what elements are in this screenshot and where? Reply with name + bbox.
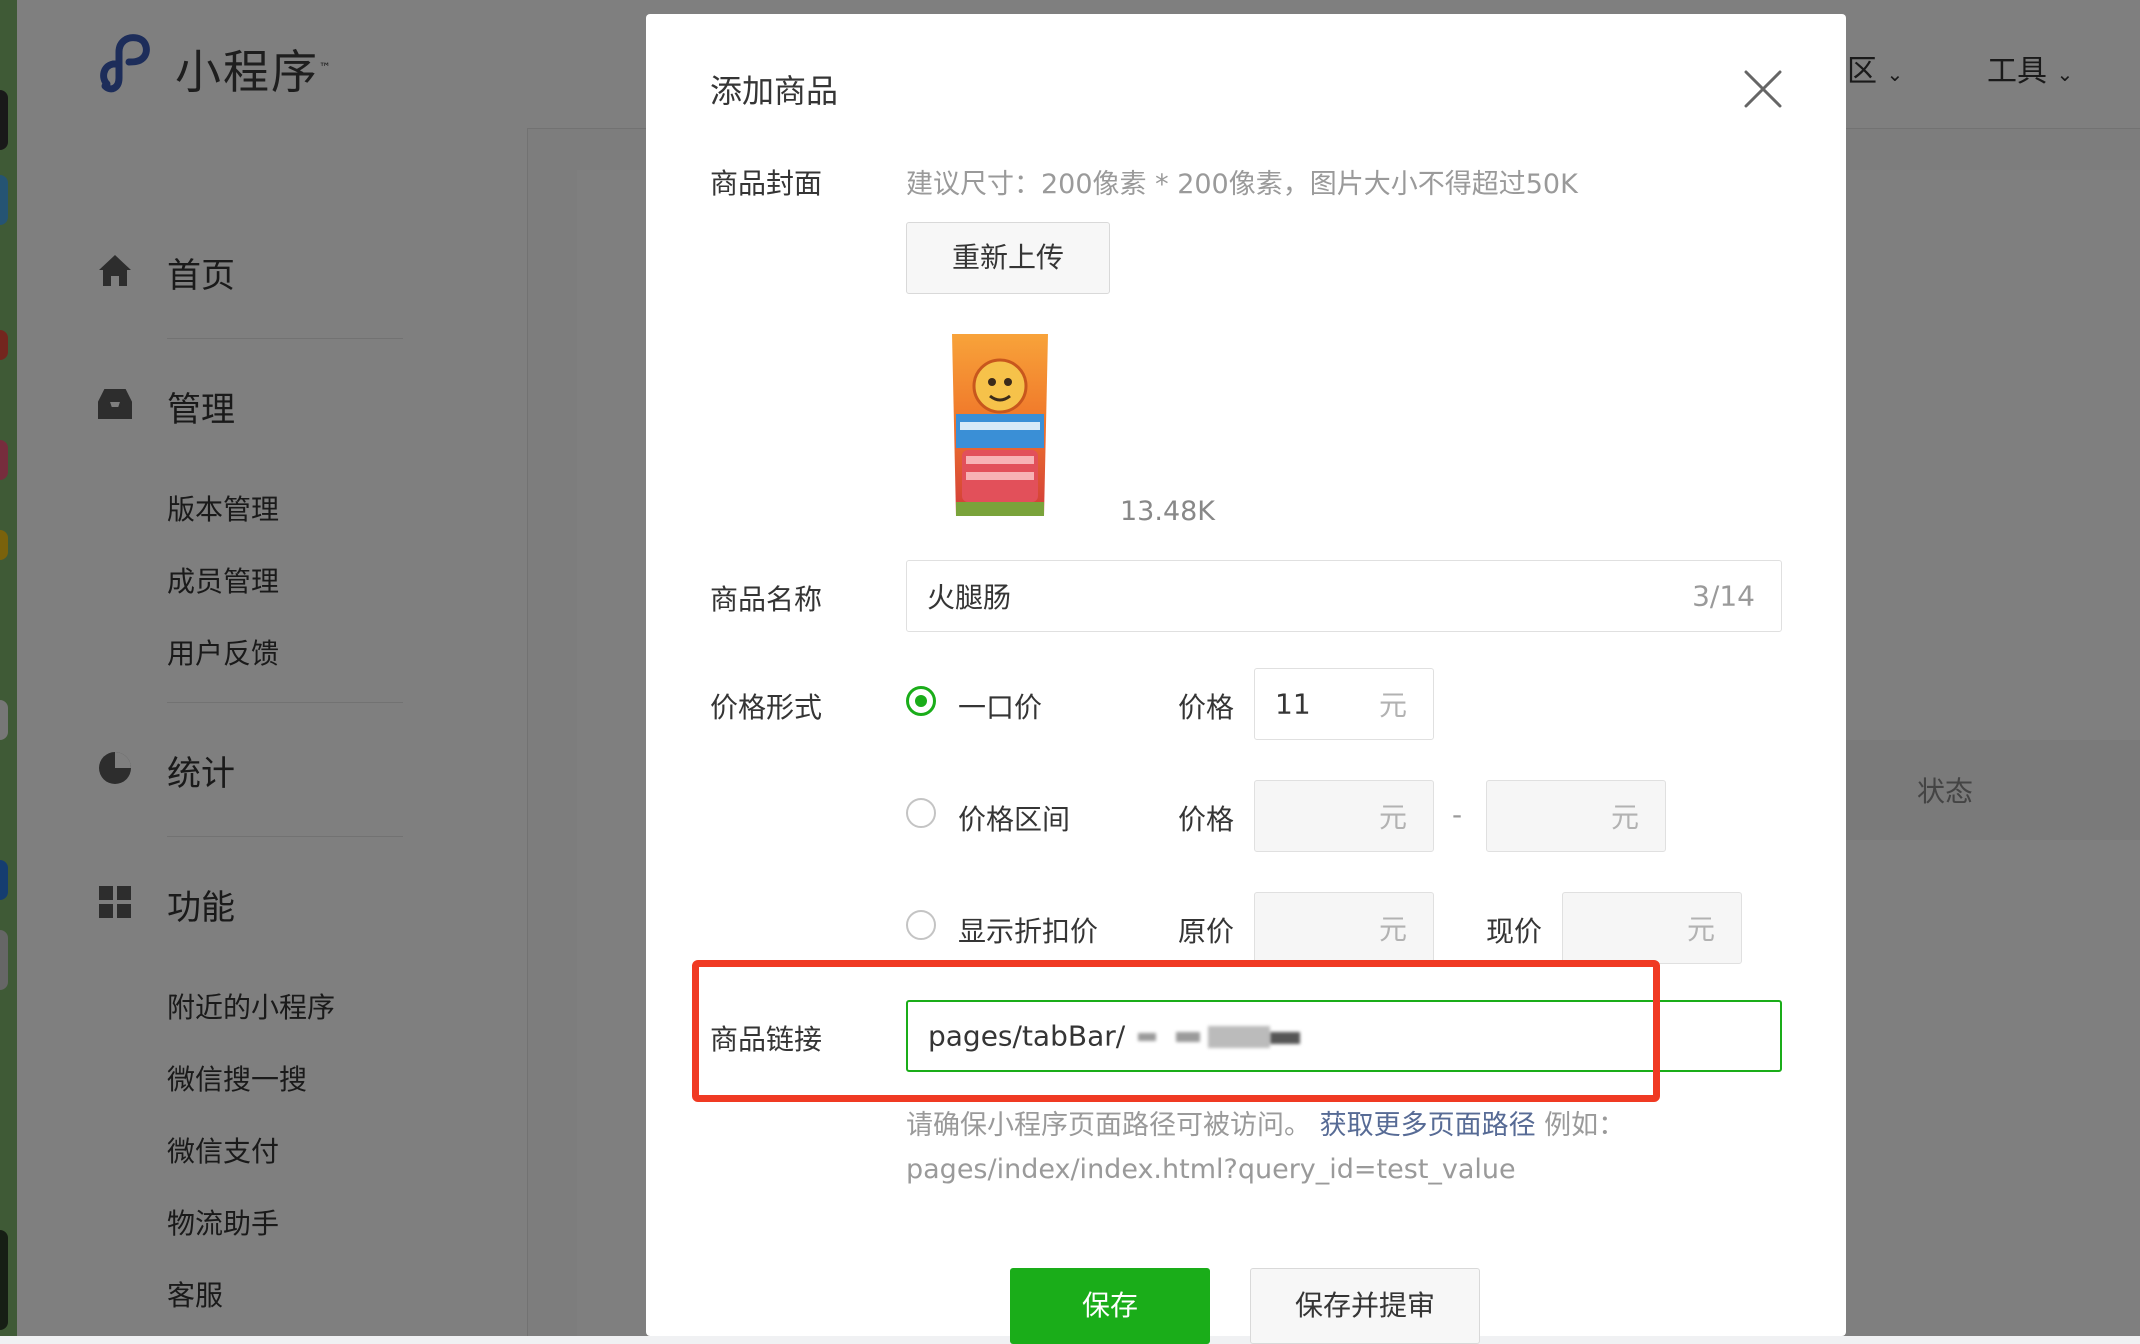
name-char-counter: 3/14: [1692, 579, 1755, 613]
reupload-button[interactable]: 重新上传: [906, 222, 1110, 294]
cover-label: 商品封面: [710, 167, 823, 200]
radio-discount-price[interactable]: [906, 910, 936, 940]
original-price-label: 原价: [1178, 915, 1235, 948]
radio-fixed-price[interactable]: [906, 686, 936, 716]
price-range-field-label: 价格: [1178, 803, 1235, 836]
fixed-price-value: 11: [1275, 687, 1311, 721]
fixed-price-input[interactable]: 11 元: [1254, 668, 1434, 740]
current-price-label: 现价: [1486, 915, 1543, 948]
product-name-value: 火腿肠: [927, 581, 1012, 614]
price-field-label: 价格: [1178, 691, 1235, 724]
name-label: 商品名称: [710, 583, 823, 616]
link-hint: 请确保小程序页面路径可被访问。 获取更多页面路径 例如：pages/index/…: [906, 1104, 1776, 1192]
product-cover-image[interactable]: [946, 330, 1054, 520]
price-range-max-input[interactable]: 元: [1486, 780, 1666, 852]
save-and-submit-button[interactable]: 保存并提审: [1250, 1268, 1480, 1344]
dialog-title: 添加商品: [710, 72, 839, 110]
currency-unit: 元: [1610, 801, 1639, 834]
save-button[interactable]: 保存: [1010, 1268, 1210, 1344]
currency-unit: 元: [1378, 689, 1407, 722]
more-page-paths-link[interactable]: 获取更多页面路径: [1320, 1110, 1536, 1141]
price-range-min-input[interactable]: 元: [1254, 780, 1434, 852]
original-price-input[interactable]: 元: [1254, 892, 1434, 964]
current-price-input[interactable]: 元: [1562, 892, 1742, 964]
currency-unit: 元: [1378, 913, 1407, 946]
add-product-dialog: 添加商品 商品封面 建议尺寸：200像素 * 200像素，图片大小不得超过50K…: [646, 14, 1846, 1344]
currency-unit: 元: [1686, 913, 1715, 946]
cover-size-hint: 建议尺寸：200像素 * 200像素，图片大小不得超过50K: [906, 169, 1578, 200]
annotation-highlight-box: [692, 960, 1660, 1102]
close-icon[interactable]: [1738, 64, 1788, 114]
radio-discount-price-label[interactable]: 显示折扣价: [958, 910, 1098, 950]
radio-price-range[interactable]: [906, 798, 936, 828]
currency-unit: 元: [1378, 801, 1407, 834]
price-format-label: 价格形式: [710, 691, 823, 724]
range-separator: -: [1452, 798, 1463, 831]
radio-price-range-label[interactable]: 价格区间: [958, 798, 1070, 838]
image-file-size: 13.48K: [1120, 496, 1216, 527]
link-hint-text: 请确保小程序页面路径可被访问。: [906, 1110, 1311, 1141]
radio-fixed-price-label[interactable]: 一口价: [958, 686, 1042, 726]
product-name-input[interactable]: 火腿肠 3/14: [906, 560, 1782, 632]
